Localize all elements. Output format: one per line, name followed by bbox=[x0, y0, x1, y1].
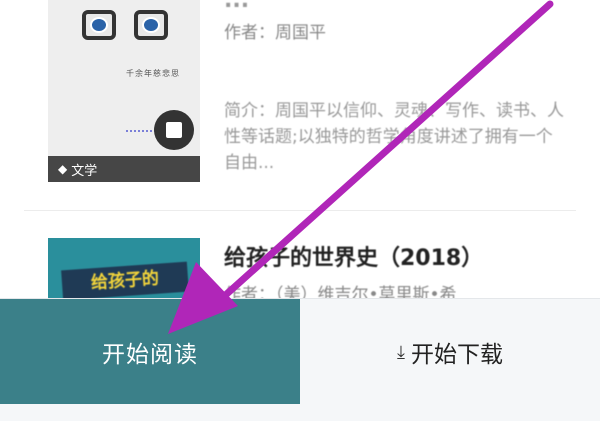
book-detail-screen: 千余年慈悲思 ◆ 文学 ... 作者：周国平 简介：周国平以信仰、灵魂、写作、读… bbox=[0, 0, 600, 421]
category-label: 文学 bbox=[71, 163, 98, 179]
intro-text: 周国平以信仰、灵魂、写作、读书、人性等话题;以独特的哲学角度讲述了拥有一个自由.… bbox=[224, 101, 564, 173]
cover-text: 给孩子的 bbox=[61, 261, 189, 300]
cover-text: 千余年慈悲思 bbox=[126, 69, 180, 78]
author-label: 作者： bbox=[224, 23, 275, 43]
book-intro: 简介：周国平以信仰、灵魂、写作、读书、人性等话题;以独特的哲学角度讲述了拥有一个… bbox=[224, 98, 564, 176]
book-list: 千余年慈悲思 ◆ 文学 ... 作者：周国平 简介：周国平以信仰、灵魂、写作、读… bbox=[0, 0, 600, 300]
tag-icon: ◆ bbox=[58, 162, 68, 176]
start-reading-button[interactable]: 开始阅读 bbox=[0, 299, 300, 405]
read-badge-icon bbox=[154, 110, 194, 150]
intro-label: 简介： bbox=[224, 101, 275, 121]
book-author: 作者：（美）维吉尔•莫里斯•希 bbox=[224, 280, 457, 300]
download-label: 开始下载 bbox=[410, 342, 503, 368]
start-download-button[interactable]: ⤓ 开始下载 bbox=[300, 299, 600, 405]
category-tag: ◆ 文学 bbox=[48, 156, 200, 182]
book-cover[interactable]: 给孩子的 bbox=[48, 238, 200, 300]
cover-illustration bbox=[82, 10, 168, 40]
book-cover[interactable]: 千余年慈悲思 ◆ 文学 bbox=[48, 0, 200, 182]
book-title[interactable]: ... bbox=[224, 0, 249, 13]
book-title[interactable]: 给孩子的世界史（2018） bbox=[224, 240, 483, 272]
list-item[interactable]: 给孩子的 给孩子的世界史（2018） 作者：（美）维吉尔•莫里斯•希 bbox=[0, 210, 600, 300]
download-arrow-icon: ⤓ bbox=[397, 341, 405, 363]
author-name: 周国平 bbox=[275, 23, 326, 43]
list-item[interactable]: 千余年慈悲思 ◆ 文学 ... 作者：周国平 简介：周国平以信仰、灵魂、写作、读… bbox=[0, 0, 600, 210]
bottom-safe-area bbox=[0, 404, 600, 421]
action-bar: 开始阅读 ⤓ 开始下载 bbox=[0, 298, 600, 405]
book-author: 作者：周国平 bbox=[224, 18, 326, 43]
